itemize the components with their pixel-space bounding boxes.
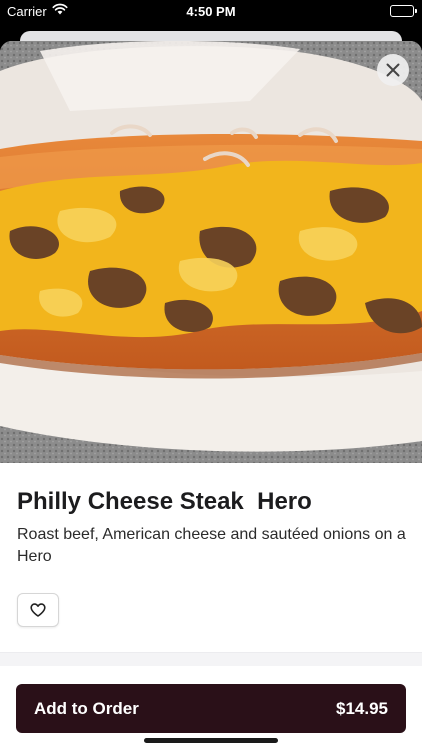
item-price: $14.95: [336, 698, 388, 718]
status-time: 4:50 PM: [186, 4, 236, 19]
heart-outline-icon: [30, 603, 46, 617]
battery-icon: [390, 5, 417, 17]
add-to-order-button[interactable]: Add to Order $14.95: [16, 684, 406, 733]
close-button[interactable]: [377, 54, 409, 86]
add-to-order-label: Add to Order: [34, 698, 139, 718]
close-icon: [386, 63, 400, 77]
food-photo: [0, 41, 422, 463]
home-indicator: [144, 738, 278, 743]
item-detail-sheet: Philly Cheese Steak Hero Roast beef, Ame…: [0, 41, 422, 750]
section-divider: [0, 652, 422, 666]
item-title: Philly Cheese Steak Hero: [17, 488, 312, 515]
favorite-button[interactable]: [17, 593, 59, 627]
status-bar: Carrier 4:50 PM: [0, 0, 422, 24]
item-description: Roast beef, American cheese and sautéed …: [17, 526, 406, 565]
